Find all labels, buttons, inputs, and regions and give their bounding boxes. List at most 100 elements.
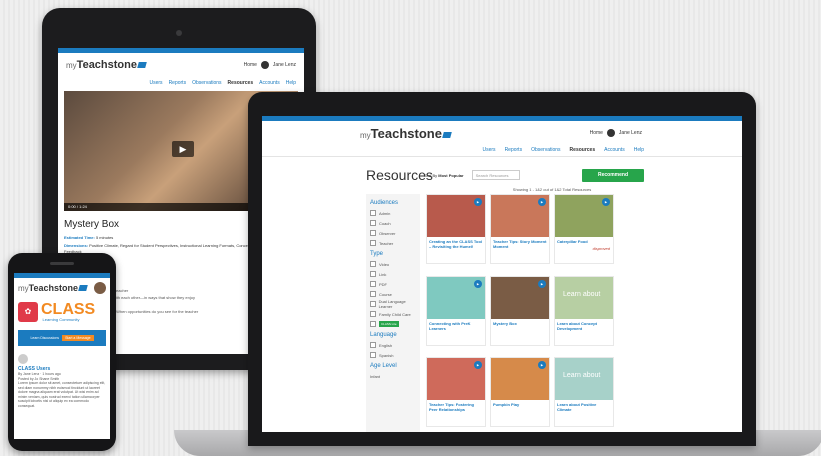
- teachstone-logo[interactable]: myTeachstone: [360, 126, 452, 141]
- filter-checkbox[interactable]: Dual Language Learner: [370, 299, 416, 309]
- resource-title[interactable]: Teacher Tips: Fostering Peer Relationshi…: [427, 400, 485, 414]
- video-badge-icon: ▶: [538, 361, 546, 370]
- user-menu[interactable]: Jane Lenz: [619, 130, 642, 136]
- nav-users[interactable]: Users: [150, 80, 163, 86]
- laptop-device: myTeachstone Home Jane Lenz Users Report…: [248, 92, 756, 446]
- resource-title[interactable]: Caterpillar Food: [555, 237, 613, 246]
- home-link[interactable]: Home: [244, 62, 257, 68]
- resource-thumbnail[interactable]: ▶: [427, 276, 485, 319]
- resource-card[interactable]: ▶ Creating an the CLASS Tool – Revisiting…: [426, 194, 486, 264]
- resource-title[interactable]: Mystery Box: [491, 319, 549, 328]
- resource-thumbnail[interactable]: Learn about: [555, 358, 613, 401]
- filter-checkbox[interactable]: Observer: [370, 228, 416, 238]
- filter-checkbox[interactable]: Video: [370, 259, 416, 269]
- recommend-button[interactable]: Recommend: [582, 168, 644, 182]
- filter-checkbox[interactable]: Link: [370, 269, 416, 279]
- nav-help[interactable]: Help: [634, 147, 644, 153]
- laptop-screen: myTeachstone Home Jane Lenz Users Report…: [262, 116, 742, 432]
- camera-icon: [176, 30, 182, 36]
- video-badge-icon: ▶: [474, 198, 482, 206]
- resource-card[interactable]: ▶ Teacher Tips: Story Moment Moment: [490, 194, 550, 264]
- filter-item[interactable]: Infant: [370, 371, 416, 381]
- nav-help[interactable]: Help: [286, 80, 296, 86]
- filter-checkbox[interactable]: CLASS Lite: [370, 319, 416, 329]
- resource-thumbnail[interactable]: ▶: [427, 195, 485, 237]
- filter-checkbox[interactable]: Coach: [370, 218, 416, 228]
- filter-heading: Age Level: [370, 363, 397, 369]
- nav-observations[interactable]: Observations: [192, 80, 221, 86]
- video-badge-icon: ▶: [474, 279, 482, 288]
- community-icon: ✿: [18, 302, 38, 322]
- nav-reports[interactable]: Reports: [505, 147, 523, 153]
- phone-device: myTeachstone ✿ CLASS Learning Community …: [8, 253, 116, 451]
- resource-thumbnail[interactable]: ▶: [491, 276, 549, 319]
- tablet-header: myTeachstone Home Jane Lenz: [58, 53, 304, 77]
- filter-checkbox[interactable]: Family Child Care: [370, 309, 416, 319]
- resource-title[interactable]: Learn about Positive Climate: [555, 400, 613, 414]
- nav-reports[interactable]: Reports: [169, 80, 187, 86]
- filter-heading: Type: [370, 251, 384, 257]
- nav-accounts[interactable]: Accounts: [259, 80, 280, 86]
- filter-checkbox[interactable]: Admin: [370, 208, 416, 218]
- class-banner: ✿ CLASS Learning Community: [14, 298, 110, 326]
- post-text: Lorem ipsum dolor sit amet, consectetuer…: [18, 381, 106, 408]
- resource-title[interactable]: Teacher Tips: Story Moment Moment: [491, 237, 549, 251]
- filter-heading: Language: [370, 332, 397, 338]
- resources-content: Audiences Admin Coach Observer Teacher T…: [262, 192, 742, 432]
- start-message-button[interactable]: Start a Message: [62, 335, 94, 341]
- resource-card[interactable]: ▶ Teacher Tips: Fostering Peer Relationsh…: [426, 357, 486, 428]
- filter-checkbox[interactable]: Spanish: [370, 350, 416, 360]
- play-icon[interactable]: ▶: [172, 141, 194, 157]
- class-subtitle: Learning Community: [42, 316, 80, 322]
- resource-card[interactable]: ▶ Connecting with PreK Learners: [426, 275, 486, 346]
- phone-header: myTeachstone: [14, 278, 110, 298]
- speaker-icon: [50, 262, 74, 265]
- resource-thumbnail[interactable]: ▶: [555, 195, 613, 237]
- resource-title[interactable]: Pumpkin Play: [491, 400, 549, 409]
- filter-checkbox[interactable]: Course: [370, 289, 416, 299]
- home-link[interactable]: Home: [590, 130, 603, 136]
- resource-title[interactable]: Creating an the CLASS Tool – Revisiting …: [427, 237, 485, 251]
- resource-thumbnail[interactable]: ▶: [491, 195, 549, 237]
- filter-checkbox[interactable]: Teacher: [370, 238, 416, 248]
- avatar[interactable]: [94, 282, 106, 294]
- avatar[interactable]: [260, 61, 269, 69]
- thumbnail-text: Learn about: [563, 372, 601, 380]
- avatar[interactable]: [606, 129, 615, 137]
- nav-accounts[interactable]: Accounts: [604, 147, 625, 153]
- teachstone-logo[interactable]: myTeachstone: [66, 59, 147, 71]
- sort-dropdown[interactable]: Sort By Most Popular: [424, 173, 464, 178]
- phone-screen: myTeachstone ✿ CLASS Learning Community …: [14, 273, 110, 439]
- resource-card[interactable]: Learn about Learn about Positive Climate: [554, 357, 614, 428]
- resource-title[interactable]: Learn about Concept Development: [555, 319, 613, 333]
- resource-card[interactable]: ▶ Pumpkin Play: [490, 357, 550, 428]
- discussion-bar: Learn Discussions Start a Message: [18, 330, 106, 346]
- avatar: [18, 354, 28, 364]
- video-badge-icon: ▶: [474, 361, 482, 370]
- resource-card[interactable]: ▶ Caterpillar Food disproved: [554, 194, 614, 264]
- post-body: CLASS Users By Jane Lenz · 1 hours ago P…: [14, 350, 110, 412]
- nav-observations[interactable]: Observations: [531, 147, 560, 153]
- filter-checkbox[interactable]: English: [370, 340, 416, 350]
- discussions-link[interactable]: Learn Discussions: [30, 336, 59, 340]
- class-logo-text: CLASS: [41, 300, 96, 318]
- nav-users[interactable]: Users: [483, 147, 496, 153]
- filter-checkbox[interactable]: PDF: [370, 279, 416, 289]
- search-input[interactable]: Search Resources: [471, 170, 520, 180]
- resource-thumbnail[interactable]: Learn about: [555, 276, 613, 319]
- resource-thumbnail[interactable]: ▶: [427, 358, 485, 401]
- user-menu[interactable]: Jane Lenz: [273, 62, 296, 68]
- resource-card[interactable]: Learn about Learn about Concept Developme…: [554, 275, 614, 346]
- resource-title[interactable]: Connecting with PreK Learners: [427, 319, 485, 333]
- filter-sidebar: Audiences Admin Coach Observer Teacher T…: [366, 194, 420, 432]
- page-title: Resources: [366, 167, 433, 183]
- status-badge: disproved: [592, 246, 610, 251]
- resource-thumbnail[interactable]: ▶: [491, 358, 549, 401]
- resource-card[interactable]: ▶ Mystery Box: [490, 275, 550, 346]
- tablet-nav: Users Reports Observations Resources Acc…: [58, 77, 304, 89]
- filter-heading: Audiences: [370, 200, 399, 206]
- video-badge-icon: ▶: [538, 198, 546, 206]
- nav-resources[interactable]: Resources: [228, 80, 254, 86]
- teachstone-logo[interactable]: myTeachstone: [18, 283, 88, 293]
- nav-resources[interactable]: Resources: [570, 147, 596, 153]
